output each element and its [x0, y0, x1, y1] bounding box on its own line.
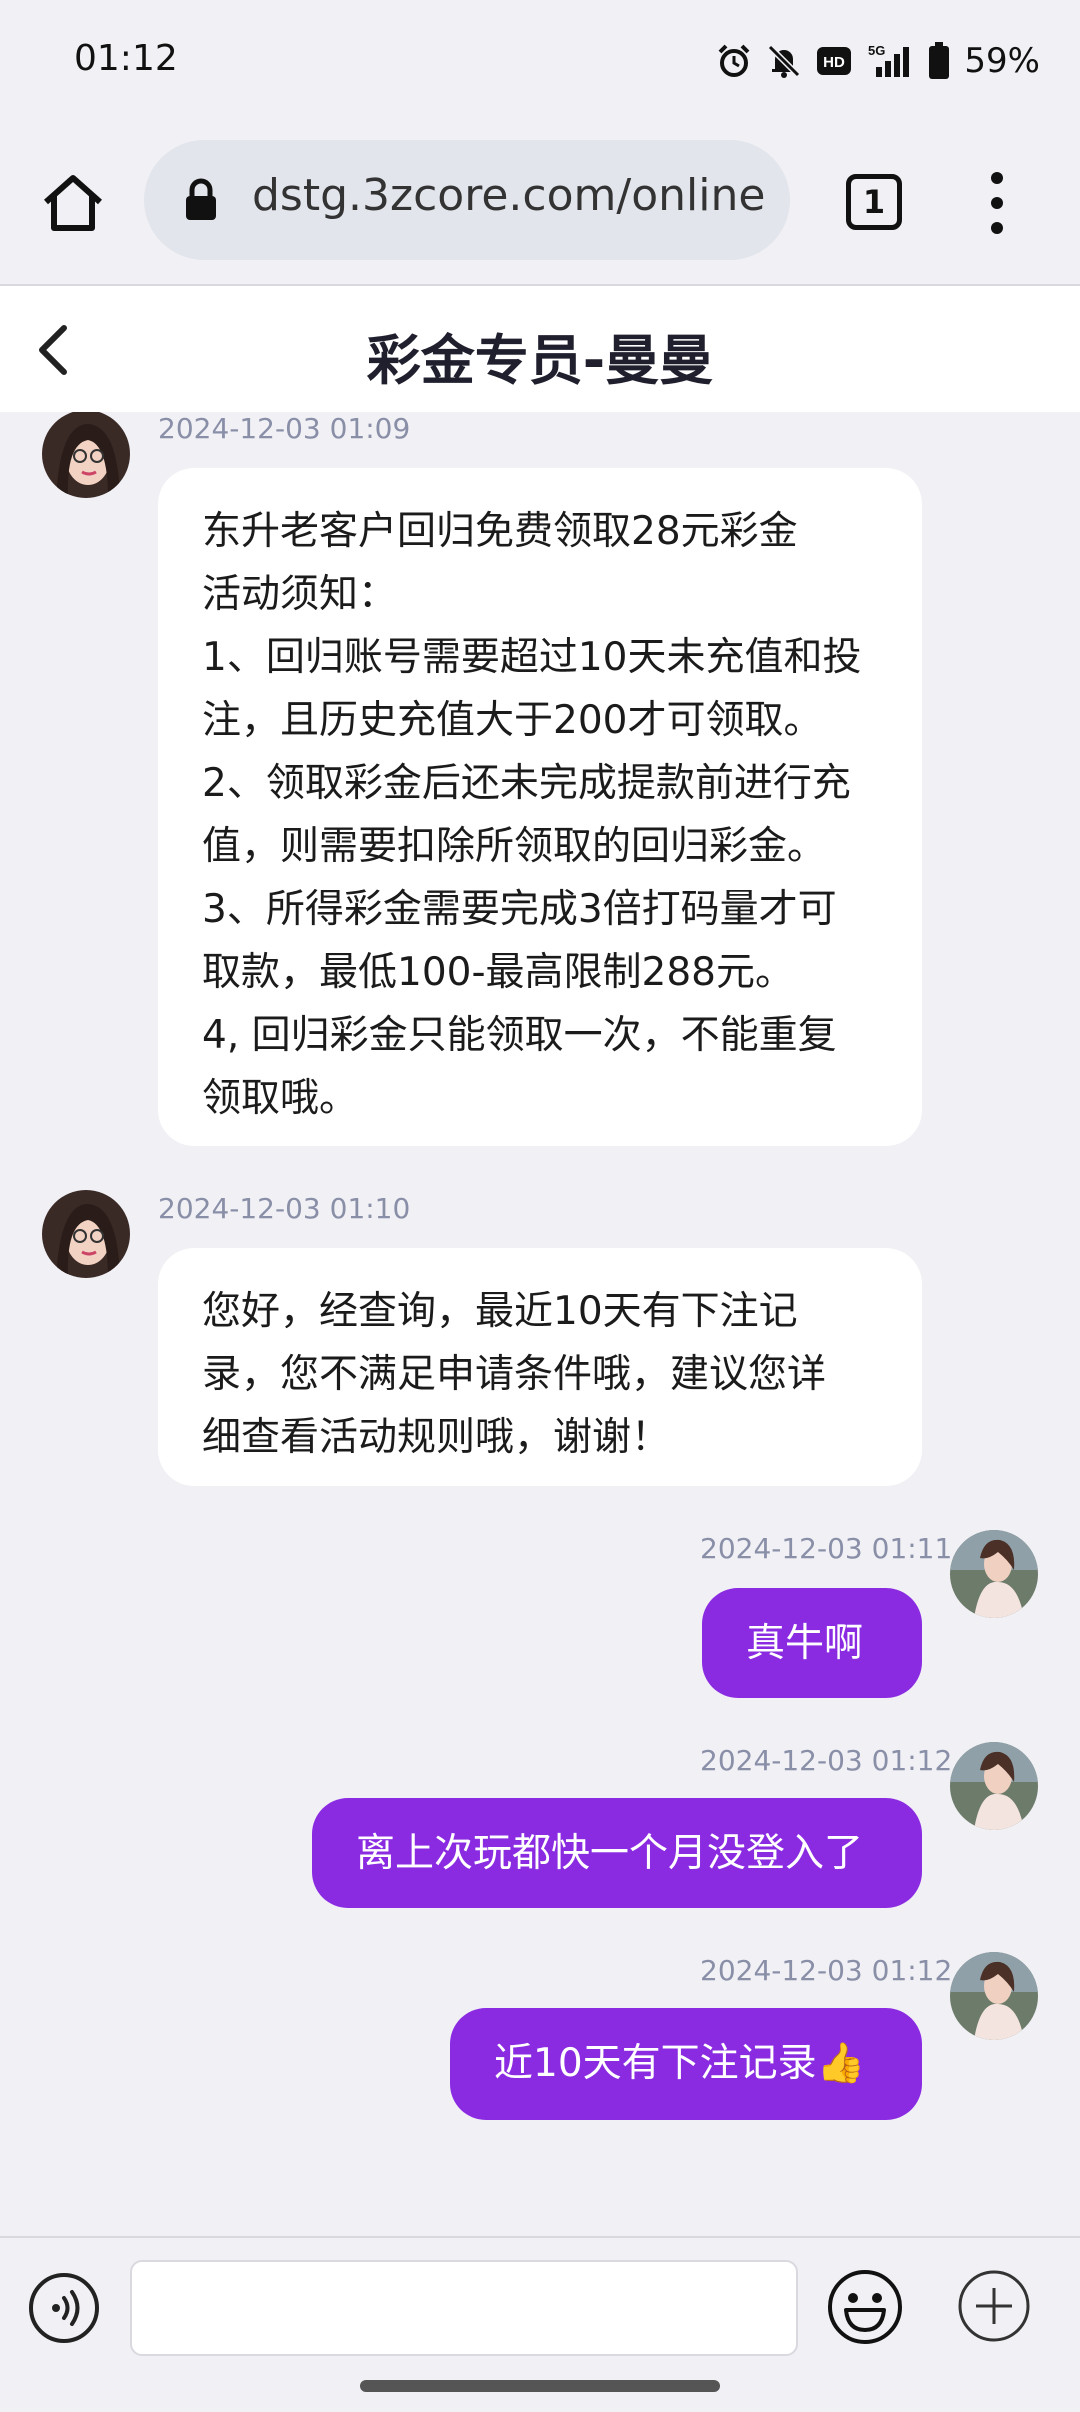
message-bubble: 离上次玩都快一个月没登入了	[312, 1798, 922, 1908]
status-icons: HD 5G 59%	[716, 38, 1040, 84]
message-input[interactable]	[130, 2260, 798, 2356]
message-line: 值，则需要扣除所领取的回归彩金。	[202, 824, 827, 869]
agent-avatar[interactable]	[42, 1190, 130, 1278]
message-line: 离上次玩都快一个月没登入了	[356, 1831, 864, 1876]
message-timestamp: 2024-12-03 01:12	[700, 1744, 953, 1777]
voice-input-icon[interactable]	[28, 2272, 100, 2344]
tab-switcher-button[interactable]: 1	[846, 174, 902, 230]
chat-title: 彩金专员-曼曼	[366, 329, 714, 392]
message-line: 1、回归账号需要超过10天未充值和投	[202, 635, 862, 680]
message-line: 近10天有下注记录👍	[494, 2041, 866, 2086]
add-attachment-icon[interactable]	[956, 2268, 1032, 2344]
bell-off-icon	[766, 43, 802, 79]
signal-5g-icon: 5G	[866, 43, 914, 79]
message-composer	[0, 2236, 1080, 2366]
address-bar[interactable]: dstg.3zcore.com/online	[144, 140, 790, 260]
message-bubble: 东升老客户回归免费领取28元彩金 活动须知： 1、回归账号需要超过10天未充值和…	[158, 468, 922, 1146]
chat-messages[interactable]: 2024-12-03 01:09 东升老客户回归免费领取28元彩金 活动须知： …	[0, 412, 1080, 2236]
hd-icon: HD	[816, 46, 852, 76]
lock-icon	[184, 178, 218, 226]
message-line: 您好，经查询，最近10天有下注记	[202, 1289, 798, 1334]
user-avatar[interactable]	[950, 1952, 1038, 2040]
chat-header: 彩金专员-曼曼	[0, 286, 1080, 412]
message-timestamp: 2024-12-03 01:12	[700, 1954, 953, 1987]
message-bubble: 真牛啊	[702, 1588, 922, 1698]
message-timestamp: 2024-12-03 01:10	[158, 1192, 411, 1225]
message-line: 3、所得彩金需要完成3倍打码量才可	[202, 887, 837, 932]
more-menu-icon[interactable]	[974, 168, 1020, 238]
message-bubble: 您好，经查询，最近10天有下注记 录，您不满足申请条件哦，建议您详 细查看活动规…	[158, 1248, 922, 1486]
svg-text:HD: HD	[824, 54, 846, 71]
agent-avatar[interactable]	[42, 412, 130, 498]
message-line: 录，您不满足申请条件哦，建议您详	[202, 1352, 827, 1397]
message-timestamp: 2024-12-03 01:11	[700, 1532, 953, 1565]
message-line: 领取哦。	[202, 1076, 359, 1121]
svg-text:5G: 5G	[868, 43, 885, 58]
message-bubble: 近10天有下注记录👍	[450, 2008, 922, 2120]
user-avatar[interactable]	[950, 1742, 1038, 1830]
browser-toolbar: dstg.3zcore.com/online 1	[0, 124, 1080, 286]
message-line: 细查看活动规则哦，谢谢！	[202, 1415, 671, 1460]
message-line: 活动须知：	[202, 572, 398, 617]
system-nav-bar	[0, 2366, 1080, 2412]
status-time: 01:12	[74, 38, 178, 79]
battery-icon	[928, 42, 950, 80]
emoji-icon[interactable]	[826, 2268, 904, 2346]
user-avatar[interactable]	[950, 1530, 1038, 1618]
message-line: 取款，最低100-最高限制288元。	[202, 950, 794, 995]
alarm-icon	[716, 43, 752, 79]
message-line: 真牛啊	[746, 1621, 864, 1666]
message-timestamp: 2024-12-03 01:09	[158, 412, 411, 445]
home-indicator[interactable]	[360, 2380, 720, 2392]
message-line: 注，且历史充值大于200才可领取。	[202, 698, 823, 743]
status-bar: 01:12 HD 5G 59%	[0, 0, 1080, 124]
battery-percent: 59%	[964, 41, 1040, 81]
home-icon[interactable]	[40, 170, 106, 236]
url-text: dstg.3zcore.com/online	[252, 170, 766, 221]
message-line: 2、领取彩金后还未完成提款前进行充	[202, 761, 851, 806]
message-line: 东升老客户回归免费领取28元彩金	[202, 509, 798, 554]
message-line: 4, 回归彩金只能领取一次，不能重复	[202, 1013, 837, 1058]
